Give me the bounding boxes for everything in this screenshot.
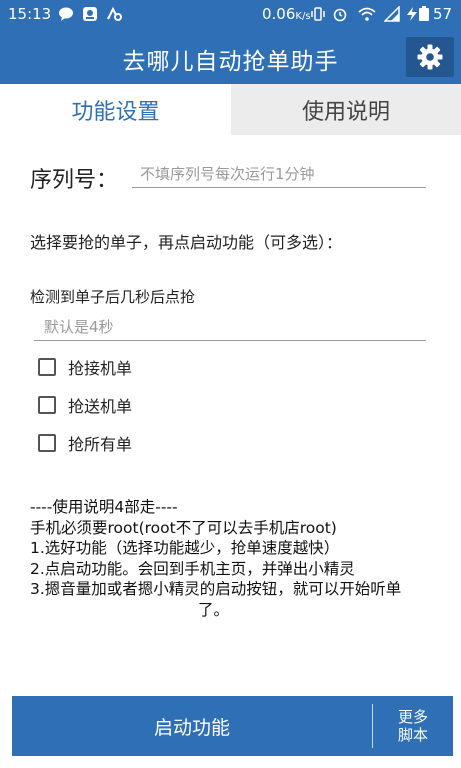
more-label-line1: 更多 [397,708,428,726]
app-bar: 去哪儿自动抢单助手 [0,30,461,84]
network-speed: 0.06K/s [262,5,311,23]
checkbox[interactable] [38,358,56,376]
app-title: 去哪儿自动抢单助手 [122,49,339,75]
tab-bar: 功能设置 使用说明 [0,84,461,135]
option-label: 抢送机单 [68,397,133,416]
settings-button[interactable] [406,37,454,77]
accessibility-icon [107,6,122,21]
gear-icon [417,44,443,70]
serial-input[interactable] [132,160,426,188]
status-time: 15:13 [8,5,52,23]
option-all-orders[interactable]: 抢所有单 [38,431,132,455]
tab-usage-instructions[interactable]: 使用说明 [231,84,461,135]
serial-label: 序列号： [30,168,119,193]
option-pickup-order[interactable]: 抢接机单 [38,355,132,379]
wifi-icon [358,7,376,21]
bottom-action-bar: 启动功能 更多 脚本 [12,696,453,756]
option-label: 抢接机单 [68,359,133,378]
checkbox[interactable] [38,434,56,452]
tab-function-settings[interactable]: 功能设置 [0,84,231,135]
vibrate-icon [311,7,325,21]
option-label: 抢所有单 [68,435,133,454]
instructions-line: 3.摁音量加或者摁小精灵的启动按钮，就可以开始听单 [30,580,402,598]
instructions-line: 1.选好功能（选择功能越少，抢单速度越快） [30,539,340,557]
delay-input[interactable] [34,313,426,341]
status-bar: 15:13 0.06K/s 57 [0,0,461,30]
instructions-line: 了。 [198,600,230,619]
signal-icon [384,6,400,22]
delay-label: 检测到单子后几秒后点抢 [30,288,196,306]
instructions-line: 2.点启动功能。会回到手机主页，并弹出小精灵 [30,559,355,578]
battery-icon [419,6,429,21]
option-dropoff-order[interactable]: 抢送机单 [38,393,132,417]
chat-notification-icon [59,7,73,21]
start-button[interactable]: 启动功能 [12,696,372,756]
battery-level: 57 [433,5,453,23]
alarm-icon [333,8,347,22]
instructions-block: ----使用说明4部走---- 手机必须要root(root不了可以去手机店ro… [30,497,440,620]
checkbox[interactable] [38,396,56,414]
instructions-line: ----使用说明4部走---- [30,498,178,516]
more-scripts-button[interactable]: 更多 脚本 [373,696,453,756]
choose-instruction: 选择要抢的单子，再点启动功能（可多选）： [30,233,343,252]
more-label-line2: 脚本 [397,726,428,744]
instructions-line: 手机必须要root(root不了可以去手机店root) [30,518,337,537]
app-notification-icon [83,7,97,21]
